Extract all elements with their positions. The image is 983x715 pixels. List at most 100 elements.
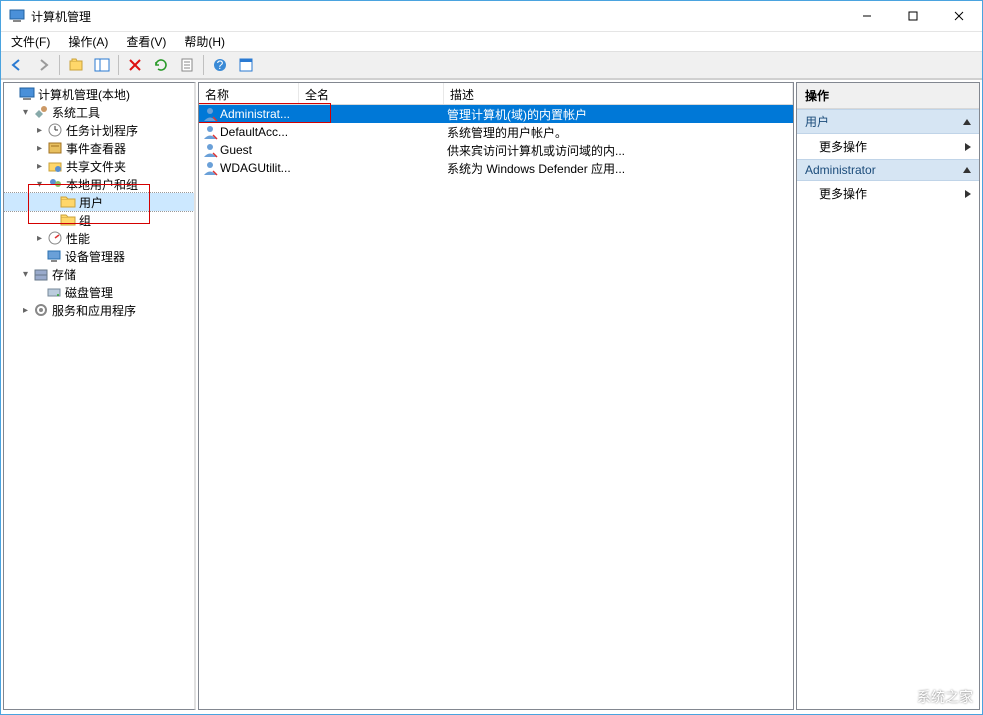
export-list-button[interactable] <box>175 54 199 76</box>
event-icon <box>47 140 63 156</box>
tree-label: 服务和应用程序 <box>52 302 136 319</box>
users-groups-icon <box>47 176 63 192</box>
list-header: 名称 全名 描述 <box>199 83 793 105</box>
actions-section-users[interactable]: 用户 <box>797 109 979 134</box>
svg-text:?: ? <box>217 58 224 72</box>
collapse-icon <box>963 167 971 173</box>
action-more-administrator[interactable]: 更多操作 <box>797 181 979 206</box>
menu-file[interactable]: 文件(F) <box>9 32 52 51</box>
expand-icon[interactable]: ▸ <box>18 303 33 318</box>
tree-storage[interactable]: ▾ 存储 <box>4 265 194 283</box>
user-name: WDAGUtilit... <box>220 161 291 175</box>
menubar: 文件(F) 操作(A) 查看(V) 帮助(H) <box>1 31 982 51</box>
expand-icon[interactable]: ▸ <box>32 141 47 156</box>
close-button[interactable] <box>936 1 982 31</box>
toolbar-separator <box>59 55 60 75</box>
tree-label: 组 <box>79 212 91 229</box>
user-description: 管理计算机(域)的内置帐户 <box>444 106 793 123</box>
list-body[interactable]: Administrat...管理计算机(域)的内置帐户DefaultAcc...… <box>199 105 793 709</box>
tree-disk-management[interactable]: 磁盘管理 <box>4 283 194 301</box>
user-description: 系统管理的用户帐户。 <box>444 124 793 141</box>
user-icon <box>202 142 218 158</box>
collapse-icon[interactable]: ▾ <box>18 267 33 282</box>
column-name[interactable]: 名称 <box>199 83 299 104</box>
user-icon <box>202 160 218 176</box>
tree-label: 本地用户和组 <box>66 176 138 193</box>
computer-management-window: 计算机管理 文件(F) 操作(A) 查看(V) 帮助(H) ? <box>0 0 983 715</box>
user-icon <box>202 106 218 122</box>
tree-task-scheduler[interactable]: ▸ 任务计划程序 <box>4 121 194 139</box>
properties-button[interactable] <box>234 54 258 76</box>
tree-label: 性能 <box>66 230 90 247</box>
list-row[interactable]: Administrat...管理计算机(域)的内置帐户 <box>199 105 793 123</box>
action-label: 更多操作 <box>819 138 867 155</box>
tree-label: 任务计划程序 <box>66 122 138 139</box>
refresh-button[interactable] <box>149 54 173 76</box>
actions-section-label: 用户 <box>805 113 829 130</box>
collapse-icon[interactable]: ▾ <box>18 105 33 120</box>
tree-local-users-groups[interactable]: ▾ 本地用户和组 <box>4 175 194 193</box>
window-title: 计算机管理 <box>31 8 844 25</box>
column-fullname[interactable]: 全名 <box>299 83 444 104</box>
folder-icon <box>60 194 76 210</box>
expand-icon[interactable]: ▸ <box>32 159 47 174</box>
shared-folder-icon <box>47 158 63 174</box>
delete-button[interactable] <box>123 54 147 76</box>
toolbar: ? <box>1 51 982 79</box>
action-label: 更多操作 <box>819 185 867 202</box>
tree-label: 磁盘管理 <box>65 284 113 301</box>
menu-help[interactable]: 帮助(H) <box>182 32 227 51</box>
help-button[interactable]: ? <box>208 54 232 76</box>
expand-icon[interactable]: ▸ <box>32 123 47 138</box>
tree-event-viewer[interactable]: ▸ 事件查看器 <box>4 139 194 157</box>
tree-users[interactable]: 用户 <box>4 193 194 211</box>
tree-label: 计算机管理(本地) <box>38 86 130 103</box>
navigation-tree-panel[interactable]: 计算机管理(本地) ▾ 系统工具 <box>3 82 196 710</box>
storage-icon <box>33 266 49 282</box>
tree-shared-folders[interactable]: ▸ 共享文件夹 <box>4 157 194 175</box>
show-hide-tree-button[interactable] <box>90 54 114 76</box>
list-row[interactable]: WDAGUtilit...系统为 Windows Defender 应用... <box>199 159 793 177</box>
tree-label: 设备管理器 <box>65 248 125 265</box>
actions-panel: 操作 用户 更多操作 Administrator 更多操作 <box>796 82 980 710</box>
up-button[interactable] <box>64 54 88 76</box>
user-name: DefaultAcc... <box>220 125 288 139</box>
menu-view[interactable]: 查看(V) <box>124 32 168 51</box>
chevron-right-icon <box>965 190 971 198</box>
tree-label: 系统工具 <box>52 104 100 121</box>
tree-label: 共享文件夹 <box>66 158 126 175</box>
expand-icon[interactable]: ▸ <box>32 231 47 246</box>
back-button[interactable] <box>5 54 29 76</box>
navigation-tree[interactable]: 计算机管理(本地) ▾ 系统工具 <box>4 83 194 321</box>
tree-groups[interactable]: 组 <box>4 211 194 229</box>
tree-label: 事件查看器 <box>66 140 126 157</box>
workspace: 计算机管理(本地) ▾ 系统工具 <box>1 79 982 714</box>
device-icon <box>46 248 62 264</box>
chevron-right-icon <box>965 143 971 151</box>
column-description[interactable]: 描述 <box>444 83 793 104</box>
user-name: Guest <box>220 143 252 157</box>
action-more-users[interactable]: 更多操作 <box>797 134 979 159</box>
tree-system-tools[interactable]: ▾ 系统工具 <box>4 103 194 121</box>
collapse-icon[interactable]: ▾ <box>32 177 47 192</box>
tree-label: 存储 <box>52 266 76 283</box>
tools-icon <box>33 104 49 120</box>
titlebar: 计算机管理 <box>1 1 982 31</box>
forward-button[interactable] <box>31 54 55 76</box>
list-row[interactable]: DefaultAcc... 系统管理的用户帐户。 <box>199 123 793 141</box>
list-row[interactable]: Guest 供来宾访问计算机或访问域的内... <box>199 141 793 159</box>
actions-title: 操作 <box>797 83 979 109</box>
tree-root-computer-management[interactable]: 计算机管理(本地) <box>4 85 194 103</box>
tree-device-manager[interactable]: 设备管理器 <box>4 247 194 265</box>
app-icon <box>9 8 25 24</box>
menu-action[interactable]: 操作(A) <box>66 32 110 51</box>
actions-section-administrator[interactable]: Administrator <box>797 159 979 181</box>
minimize-button[interactable] <box>844 1 890 31</box>
toolbar-separator <box>118 55 119 75</box>
tree-performance[interactable]: ▸ 性能 <box>4 229 194 247</box>
tree-label: 用户 <box>79 194 103 211</box>
tree-services-apps[interactable]: ▸ 服务和应用程序 <box>4 301 194 319</box>
user-description: 供来宾访问计算机或访问域的内... <box>444 142 793 159</box>
user-icon <box>202 124 218 140</box>
maximize-button[interactable] <box>890 1 936 31</box>
